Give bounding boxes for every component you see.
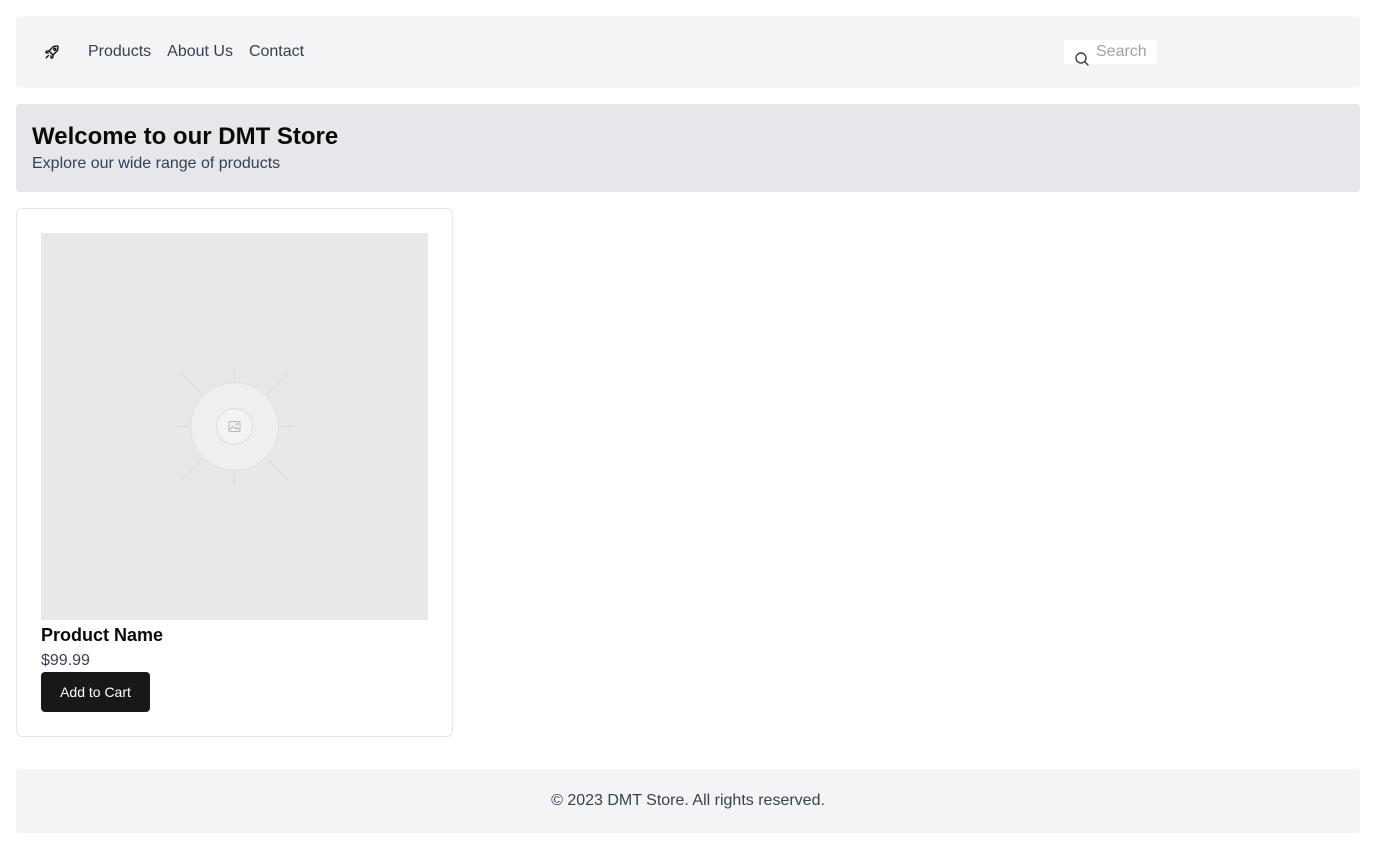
footer-copyright: © 2023 DMT Store. All rights reserved. <box>551 792 825 809</box>
search-input[interactable] <box>1096 40 1157 64</box>
nav-links: Products About Us Contact <box>88 41 304 63</box>
hero-banner: Welcome to our DMT Store Explore our wid… <box>16 104 1360 192</box>
search-icon <box>1075 52 1089 66</box>
image-placeholder-icon <box>175 367 294 486</box>
search-box <box>1064 40 1157 66</box>
rocket-icon[interactable] <box>44 44 60 60</box>
product-card: Product Name $99.99 Add to Cart <box>16 208 453 737</box>
page: Products About Us Contact Welcome to our… <box>0 0 1376 849</box>
page-title: Welcome to our DMT Store <box>32 123 339 150</box>
add-to-cart-button[interactable]: Add to Cart <box>41 672 150 712</box>
nav-link-contact[interactable]: Contact <box>249 41 304 63</box>
hero-subtitle: Explore our wide range of products <box>32 155 281 172</box>
navbar: Products About Us Contact <box>16 16 1360 88</box>
product-name: Product Name <box>41 625 164 645</box>
product-image <box>41 233 428 620</box>
nav-link-products[interactable]: Products <box>88 41 151 63</box>
product-price: $99.99 <box>41 652 90 669</box>
footer: © 2023 DMT Store. All rights reserved. <box>16 769 1360 833</box>
nav-link-about-us[interactable]: About Us <box>167 41 233 63</box>
